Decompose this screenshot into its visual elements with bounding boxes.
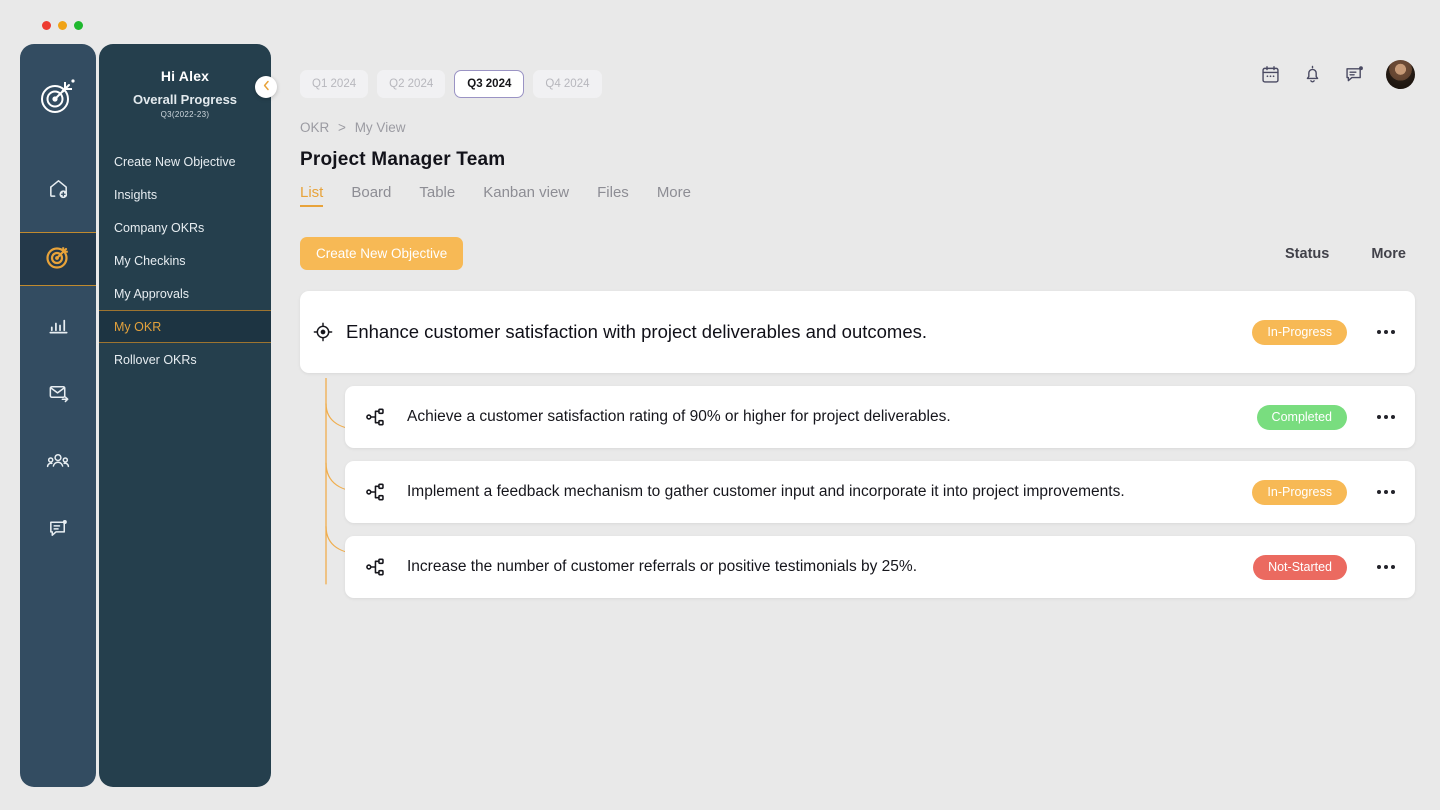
progress-period-label: Q3(2022-23) (160, 110, 210, 119)
sidebar-item-label: Insights (114, 187, 158, 202)
key-result-more-button[interactable] (1371, 565, 1401, 569)
objective-card[interactable]: Enhance customer satisfaction with proje… (300, 291, 1415, 373)
tab-label: Table (419, 184, 456, 201)
sidebar-menu-panel: Hi Alex Overall Progress Q3(2022-23) Cre… (99, 44, 271, 787)
rail-item-list (20, 150, 96, 558)
sidebar-item-feedback[interactable] (20, 504, 96, 558)
close-window-dot[interactable] (42, 21, 51, 30)
sidebar-item-create-new-objective[interactable]: Create New Objective (99, 145, 271, 178)
breadcrumb-root[interactable]: OKR (300, 120, 329, 135)
sidebar-item-company-okrs[interactable]: Company OKRs (99, 211, 271, 244)
page-title: Project Manager Team (300, 149, 506, 170)
home-add-icon (47, 177, 70, 205)
mail-send-icon (47, 381, 70, 409)
key-result-hierarchy-icon (345, 406, 407, 428)
status-badge[interactable]: In-Progress (1252, 319, 1347, 345)
maximize-window-dot[interactable] (74, 21, 83, 30)
sidebar-item-team[interactable] (20, 436, 96, 490)
key-result-more-button[interactable] (1371, 415, 1401, 419)
key-result-text: Implement a feedback mechanism to gather… (407, 483, 1125, 501)
tab-files[interactable]: Files (597, 184, 629, 207)
sidebar-collapse-button[interactable] (255, 76, 277, 98)
quarter-tab-q3[interactable]: Q3 2024 (454, 70, 525, 98)
action-row: Create New Objective Status More (300, 237, 1415, 270)
tab-label: Kanban view (483, 184, 570, 201)
quarter-tab-label: Q2 2024 (389, 78, 434, 90)
objective-text: Enhance customer satisfaction with proje… (346, 321, 927, 343)
window-traffic-lights (42, 21, 83, 30)
quarter-tab-label: Q1 2024 (312, 78, 357, 90)
quarter-tab-q2[interactable]: Q2 2024 (377, 70, 446, 98)
key-result-more-button[interactable] (1371, 490, 1401, 494)
sidebar-menu-list: Create New Objective Insights Company OK… (99, 145, 271, 376)
sidebar-item-my-approvals[interactable]: My Approvals (99, 277, 271, 310)
sidebar-item-label: My Approvals (114, 286, 190, 301)
sidebar-item-my-checkins[interactable]: My Checkins (99, 244, 271, 277)
sidebar-item-my-okr[interactable]: My OKR (99, 310, 271, 343)
tab-label: More (656, 184, 691, 201)
sidebar-header: Hi Alex Overall Progress Q3(2022-23) (99, 44, 271, 119)
objective-target-icon (300, 321, 346, 343)
tab-label: Files (597, 184, 629, 201)
sidebar-item-analytics[interactable] (20, 300, 96, 354)
sidebar-item-label: Rollover OKRs (114, 352, 197, 367)
objective-more-button[interactable] (1371, 330, 1401, 334)
tab-label: List (300, 184, 324, 201)
minimize-window-dot[interactable] (58, 21, 67, 30)
quarter-tab-q1[interactable]: Q1 2024 (300, 70, 369, 98)
status-badge[interactable]: In-Progress (1252, 479, 1347, 505)
sidebar-item-insights[interactable]: Insights (99, 178, 271, 211)
quarter-tab-label: Q3 2024 (467, 78, 512, 90)
tab-list[interactable]: List (300, 184, 324, 207)
key-result-row[interactable]: Achieve a customer satisfaction rating o… (345, 386, 1415, 448)
sidebar-item-messages[interactable] (20, 368, 96, 422)
chevron-left-icon (262, 78, 271, 96)
sidebar-item-label: My OKR (114, 319, 162, 334)
key-result-text: Increase the number of customer referral… (407, 558, 918, 576)
key-result-list: Achieve a customer satisfaction rating o… (300, 378, 1415, 598)
view-tab-group: List Board Table Kanban view Files More (300, 184, 1415, 207)
overall-progress-label: Overall Progress (132, 92, 238, 107)
column-header-status: Status (1285, 245, 1330, 262)
quarter-tab-q4[interactable]: Q4 2024 (533, 70, 602, 98)
tab-kanban-view[interactable]: Kanban view (483, 184, 569, 207)
key-result-hierarchy-icon (345, 556, 407, 578)
key-result-row[interactable]: Implement a feedback mechanism to gather… (345, 461, 1415, 523)
breadcrumb-separator: > (338, 120, 346, 135)
tab-label: Board (351, 184, 392, 201)
key-result-row[interactable]: Increase the number of customer referral… (345, 536, 1415, 598)
breadcrumb: OKR > My View (300, 120, 1415, 135)
sidebar-item-home[interactable] (20, 164, 96, 218)
app-window: Hi Alex Overall Progress Q3(2022-23) Cre… (0, 0, 1440, 810)
bar-chart-icon (47, 313, 70, 341)
main-content: Q1 2024 Q2 2024 Q3 2024 Q4 2024 OKR > My… (300, 44, 1415, 598)
key-result-text: Achieve a customer satisfaction rating o… (407, 408, 951, 426)
tab-more[interactable]: More (657, 184, 691, 207)
tab-table[interactable]: Table (419, 184, 455, 207)
objective-list: Enhance customer satisfaction with proje… (300, 291, 1415, 598)
icon-rail (20, 44, 96, 787)
team-icon (46, 449, 70, 478)
column-headers: Status More (1285, 246, 1415, 262)
target-logo-icon[interactable] (32, 70, 84, 122)
quarter-tab-group: Q1 2024 Q2 2024 Q3 2024 Q4 2024 (300, 44, 1415, 98)
key-result-hierarchy-icon (345, 481, 407, 503)
create-new-objective-button[interactable]: Create New Objective (300, 237, 464, 270)
feedback-note-icon (47, 517, 70, 545)
status-badge[interactable]: Not-Started (1253, 554, 1347, 580)
target-icon (45, 244, 71, 275)
sidebar-item-rollover-okrs[interactable]: Rollover OKRs (99, 343, 271, 376)
tab-board[interactable]: Board (351, 184, 391, 207)
status-badge[interactable]: Completed (1256, 404, 1347, 430)
sidebar-item-label: My Checkins (114, 253, 186, 268)
sidebar-item-label: Create New Objective (114, 154, 236, 169)
greeting-text: Hi Alex (160, 68, 210, 84)
column-header-more: More (1371, 245, 1406, 262)
breadcrumb-current[interactable]: My View (355, 120, 406, 135)
sidebar-item-okr[interactable] (20, 232, 96, 286)
sidebar-item-label: Company OKRs (114, 220, 205, 235)
quarter-tab-label: Q4 2024 (545, 78, 590, 90)
